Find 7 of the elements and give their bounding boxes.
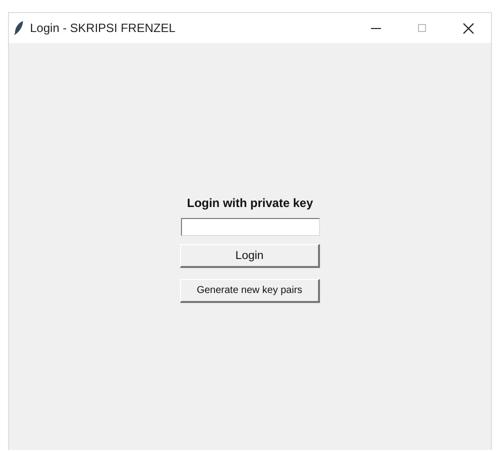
feather-icon <box>14 21 24 35</box>
generate-keys-button[interactable]: Generate new key pairs <box>180 279 320 303</box>
private-key-field[interactable] <box>180 218 320 236</box>
form-heading: Login with private key <box>186 196 314 210</box>
login-button[interactable]: Login <box>180 244 320 268</box>
window-title: Login - SKRIPSI FRENZEL <box>30 21 176 35</box>
close-icon[interactable] <box>462 22 474 34</box>
